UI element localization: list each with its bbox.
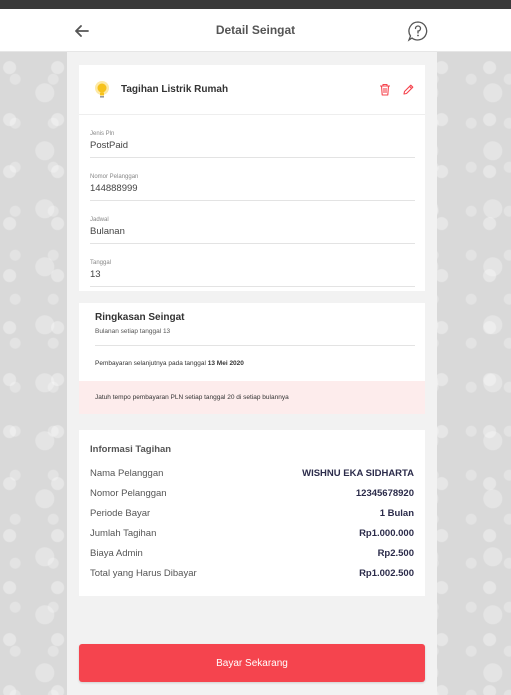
bill-value: WISHNU EKA SIDHARTA xyxy=(302,468,414,479)
bill-key: Total yang Harus Dibayar xyxy=(90,568,197,579)
bill-row: Periode Bayar 1 Bulan xyxy=(90,508,414,522)
reminder-name: Tagihan Listrik Rumah xyxy=(121,84,229,95)
field-value: 144888999 xyxy=(90,183,138,194)
summary-card: Ringkasan Seingat Bulanan setiap tanggal… xyxy=(79,303,425,414)
back-button[interactable] xyxy=(72,21,92,41)
field-value: PostPaid xyxy=(90,140,129,151)
status-bar xyxy=(0,0,511,9)
help-button[interactable] xyxy=(407,20,429,42)
reminder-header: Tagihan Listrik Rumah xyxy=(79,65,425,115)
content-area: Tagihan Listrik Rumah Jenis Pln PostPaid… xyxy=(67,52,437,695)
field-jenis-pln[interactable]: Jenis Pln PostPaid xyxy=(90,131,415,158)
arrow-left-icon xyxy=(75,25,89,37)
due-date-warning: Jatuh tempo pembayaran PLN setiap tangga… xyxy=(79,381,425,414)
bill-value: Rp2.500 xyxy=(377,548,414,559)
field-value: Bulanan xyxy=(90,226,125,237)
divider xyxy=(95,345,415,346)
reminder-card: Tagihan Listrik Rumah Jenis Pln PostPaid… xyxy=(79,65,425,291)
summary-title: Ringkasan Seingat xyxy=(95,312,185,323)
bill-title: Informasi Tagihan xyxy=(90,444,172,455)
bill-value: Rp1.002.500 xyxy=(359,568,414,579)
warning-text: Jatuh tempo pembayaran PLN setiap tangga… xyxy=(95,394,289,401)
page-title: Detail Seingat xyxy=(215,23,296,37)
bill-value: Rp1.000.000 xyxy=(359,528,414,539)
next-payment-date: 13 Mei 2020 xyxy=(207,360,244,367)
bill-value: 12345678920 xyxy=(355,488,414,499)
bill-info-card: Informasi Tagihan Nama Pelanggan WISHNU … xyxy=(79,430,425,596)
bill-key: Nama Pelanggan xyxy=(90,468,164,479)
app-header: Detail Seingat xyxy=(0,9,511,52)
next-payment-text: Pembayaran selanjutnya pada tanggal 13 M… xyxy=(95,360,244,367)
field-label: Jenis Pln xyxy=(90,131,115,137)
trash-icon[interactable] xyxy=(379,83,391,96)
bill-row: Nomor Pelanggan 12345678920 xyxy=(90,488,414,502)
field-jadwal[interactable]: Jadwal Bulanan xyxy=(90,217,415,244)
help-chat-icon xyxy=(407,21,428,42)
lightbulb-icon xyxy=(95,80,109,98)
field-label: Jadwal xyxy=(90,217,109,223)
bill-key: Jumlah Tagihan xyxy=(90,528,157,539)
bill-row: Total yang Harus Dibayar Rp1.002.500 xyxy=(90,568,414,582)
field-label: Tanggal xyxy=(90,260,112,266)
field-nomor-pelanggan[interactable]: Nomor Pelanggan 144888999 xyxy=(90,174,415,201)
bill-row: Biaya Admin Rp2.500 xyxy=(90,548,414,562)
next-payment-prefix: Pembayaran selanjutnya pada tanggal xyxy=(95,360,206,367)
bill-row: Jumlah Tagihan Rp1.000.000 xyxy=(90,528,414,542)
bill-value: 1 Bulan xyxy=(379,508,414,519)
edit-pencil-icon[interactable] xyxy=(402,83,414,96)
bill-key: Biaya Admin xyxy=(90,548,143,559)
summary-subtitle: Bulanan setiap tanggal 13 xyxy=(95,328,171,335)
field-value: 13 xyxy=(90,269,101,280)
pay-now-button[interactable]: Bayar Sekarang xyxy=(79,644,425,682)
field-label: Nomor Pelanggan xyxy=(90,174,139,180)
bill-key: Periode Bayar xyxy=(90,508,151,519)
field-tanggal[interactable]: Tanggal 13 xyxy=(90,260,415,287)
bill-row: Nama Pelanggan WISHNU EKA SIDHARTA xyxy=(90,468,414,482)
bill-key: Nomor Pelanggan xyxy=(90,488,167,499)
